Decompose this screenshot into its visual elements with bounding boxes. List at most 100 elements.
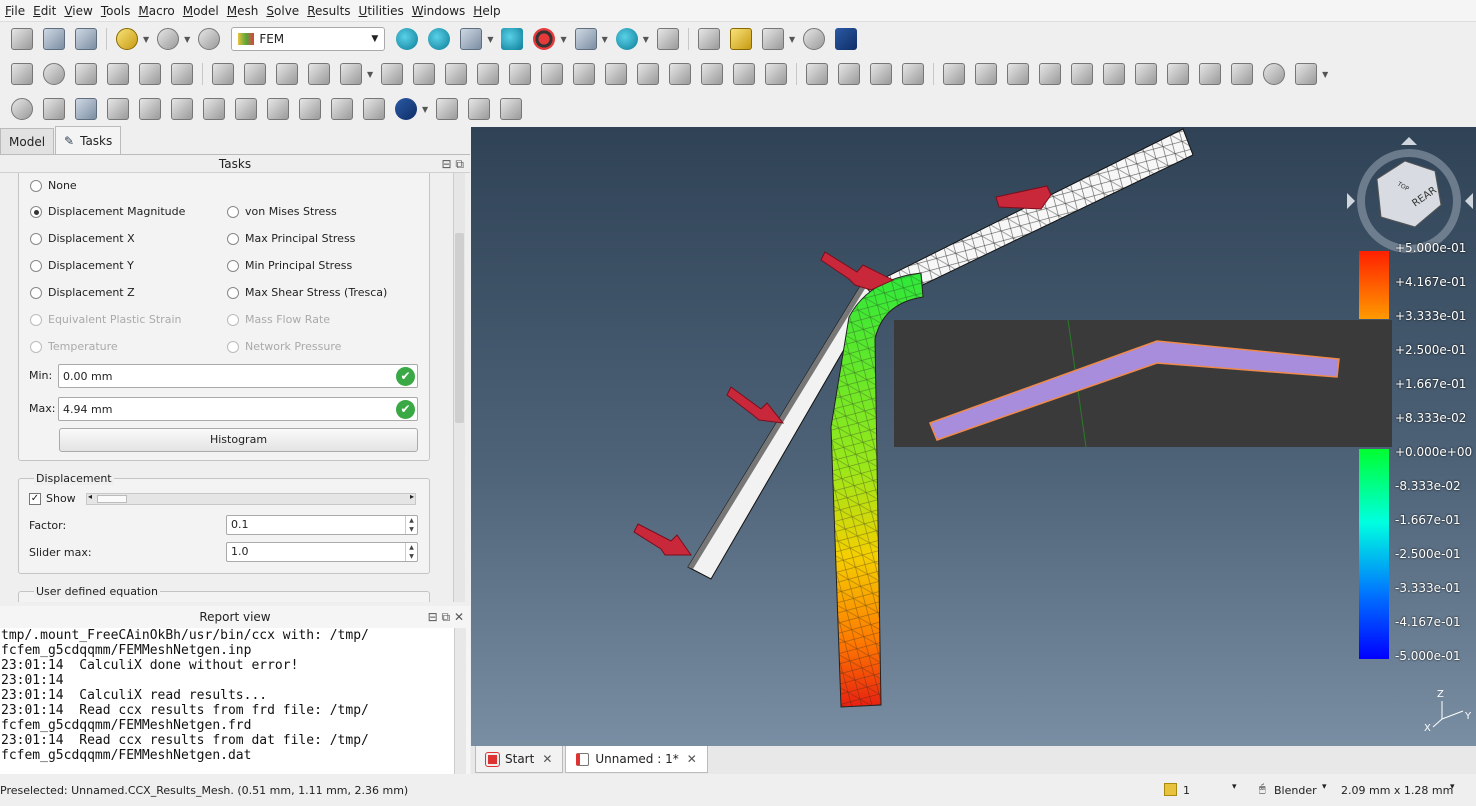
post-data-point-icon[interactable] bbox=[235, 98, 257, 120]
post-cut-function-icon[interactable] bbox=[267, 98, 289, 120]
post-clip-region-icon[interactable] bbox=[171, 98, 193, 120]
redo-icon[interactable] bbox=[157, 28, 180, 50]
radio-displacement-magnitude[interactable]: Displacement Magnitude bbox=[30, 205, 185, 218]
new-document-icon[interactable] bbox=[11, 28, 33, 50]
menu-macro[interactable]: Macro bbox=[136, 4, 180, 18]
view-isometric-icon[interactable] bbox=[460, 28, 483, 50]
link-icon[interactable] bbox=[761, 28, 784, 50]
post-region-icon[interactable] bbox=[468, 98, 491, 120]
chevron-down-icon[interactable]: ▾ bbox=[1450, 782, 1455, 792]
navigation-style[interactable]: Blender bbox=[1274, 784, 1317, 797]
part-tools-icon[interactable] bbox=[1295, 63, 1318, 85]
radio-von-mises[interactable]: von Mises Stress bbox=[227, 205, 337, 218]
results-show-icon[interactable] bbox=[1231, 63, 1254, 85]
min-field[interactable]: 0.00 mm ✔ bbox=[58, 364, 418, 388]
material-fluid-icon[interactable] bbox=[75, 63, 97, 85]
spin-arrows-icon[interactable]: ▲ ▼ bbox=[405, 516, 417, 534]
report-scrollbar[interactable] bbox=[454, 628, 466, 774]
report-output[interactable]: tmp/.mount_FreeCAinOkBh/usr/bin/ccx with… bbox=[0, 628, 454, 774]
equation-heat-icon[interactable] bbox=[1167, 63, 1190, 85]
menu-file[interactable]: File bbox=[3, 4, 31, 18]
post-clip-function-icon[interactable] bbox=[363, 98, 385, 120]
mesh-netgen-icon[interactable] bbox=[806, 63, 829, 85]
tab-model[interactable]: Model bbox=[0, 128, 55, 154]
tab-start[interactable]: Start ✕ bbox=[475, 746, 564, 773]
constraint-heatflux-icon[interactable] bbox=[701, 63, 724, 85]
material-nonlinear-icon[interactable] bbox=[139, 63, 161, 85]
element-geometry-2d-icon[interactable] bbox=[276, 63, 298, 85]
radio-max-shear[interactable]: Max Shear Stress (Tresca) bbox=[227, 286, 387, 299]
radio-displacement-y[interactable]: Displacement Y bbox=[30, 259, 134, 272]
section-print-icon[interactable] bbox=[340, 63, 362, 85]
sketcher-icon[interactable] bbox=[1263, 63, 1286, 85]
element-geometry-1d-icon[interactable] bbox=[212, 63, 234, 85]
constraint-contact-icon[interactable] bbox=[445, 63, 468, 85]
fit-all-icon[interactable] bbox=[396, 28, 419, 50]
material-editor-icon[interactable] bbox=[107, 63, 129, 85]
post-glyph-icon[interactable] bbox=[299, 98, 321, 120]
max-field[interactable]: 4.94 mm ✔ bbox=[58, 397, 418, 421]
factor-spinbox[interactable]: 0.1 ▲ ▼ bbox=[226, 515, 418, 535]
post-filter-icon[interactable] bbox=[436, 98, 459, 120]
menu-results[interactable]: Results bbox=[305, 4, 356, 18]
post-warp-icon[interactable] bbox=[139, 98, 161, 120]
menu-help[interactable]: Help bbox=[471, 4, 506, 18]
element-rotation-icon[interactable] bbox=[244, 63, 266, 85]
material-solid-icon[interactable] bbox=[43, 63, 65, 85]
menu-model[interactable]: Model bbox=[181, 4, 225, 18]
close-tab-icon[interactable]: ✕ bbox=[687, 752, 697, 766]
results-purge-icon[interactable] bbox=[1199, 63, 1222, 85]
save-icon[interactable] bbox=[75, 28, 97, 50]
menu-mesh[interactable]: Mesh bbox=[225, 4, 265, 18]
chevron-down-icon[interactable]: ▾ bbox=[1322, 782, 1327, 792]
post-scalar-clip-icon[interactable] bbox=[107, 98, 129, 120]
mesh-gmsh-icon[interactable] bbox=[838, 63, 861, 85]
collapse-icon[interactable]: ⊟ bbox=[442, 157, 452, 171]
navcube-up-arrow[interactable] bbox=[1401, 137, 1417, 145]
constraint-tie-icon[interactable] bbox=[477, 63, 500, 85]
post-pipeline-icon[interactable] bbox=[75, 98, 97, 120]
displacement-slider[interactable]: ◂ ▸ bbox=[86, 492, 416, 505]
menu-edit[interactable]: Edit bbox=[31, 4, 62, 18]
results-purge-icon[interactable] bbox=[11, 98, 33, 120]
scrollbar-thumb[interactable] bbox=[455, 233, 464, 423]
navigation-cube[interactable]: REAR TOP bbox=[1347, 137, 1473, 253]
slider-right-arrow-icon[interactable]: ▸ bbox=[410, 492, 414, 501]
draw-style-icon[interactable] bbox=[533, 28, 556, 50]
open-document-icon[interactable] bbox=[43, 28, 65, 50]
part-icon[interactable] bbox=[697, 28, 720, 50]
fit-selection-icon[interactable] bbox=[428, 28, 451, 50]
3d-viewport[interactable]: REAR TOP Z Y X +5.000e-01 +4.167e-01 +3.… bbox=[471, 127, 1476, 746]
radio-max-principal[interactable]: Max Principal Stress bbox=[227, 232, 355, 245]
constraint-temperature-icon[interactable] bbox=[669, 63, 692, 85]
histogram-button[interactable]: Histogram bbox=[59, 428, 418, 452]
radio-none[interactable]: None bbox=[30, 179, 77, 192]
equation-icon[interactable] bbox=[1103, 63, 1126, 85]
group-icon[interactable] bbox=[729, 28, 752, 50]
equation-flow-icon[interactable] bbox=[1135, 63, 1158, 85]
tab-unnamed[interactable]: Unnamed : 1* ✕ bbox=[565, 746, 708, 773]
standard-views-icon[interactable] bbox=[574, 28, 597, 50]
slider-max-spinbox[interactable]: 1.0 ▲ ▼ bbox=[226, 542, 418, 562]
solver-elmer-icon[interactable] bbox=[975, 63, 998, 85]
whats-this-icon[interactable] bbox=[835, 28, 858, 50]
constraint-centrif-icon[interactable] bbox=[605, 63, 628, 85]
menu-utilities[interactable]: Utilities bbox=[357, 4, 410, 18]
constraint-displacement-icon[interactable] bbox=[413, 63, 436, 85]
radio-displacement-x[interactable]: Displacement X bbox=[30, 232, 135, 245]
radio-displacement-z[interactable]: Displacement Z bbox=[30, 286, 135, 299]
close-tab-icon[interactable]: ✕ bbox=[542, 752, 552, 766]
constraint-initial-temp-icon[interactable] bbox=[733, 63, 756, 85]
constraint-pressure-icon[interactable] bbox=[573, 63, 596, 85]
task-panel-scrollbar[interactable] bbox=[453, 173, 465, 602]
constraint-spring-icon[interactable] bbox=[509, 63, 532, 85]
menu-view[interactable]: View bbox=[62, 4, 98, 18]
constraint-selfweight-icon[interactable] bbox=[637, 63, 660, 85]
show-checkbox[interactable]: ✓ Show bbox=[29, 492, 76, 505]
post-contours-icon[interactable] bbox=[331, 98, 353, 120]
undo-icon[interactable] bbox=[116, 28, 138, 50]
constraint-fixed-icon[interactable] bbox=[381, 63, 404, 85]
navcube-right-arrow[interactable] bbox=[1465, 193, 1473, 209]
solver-z88-icon[interactable] bbox=[1039, 63, 1062, 85]
navcube-left-arrow[interactable] bbox=[1347, 193, 1355, 209]
